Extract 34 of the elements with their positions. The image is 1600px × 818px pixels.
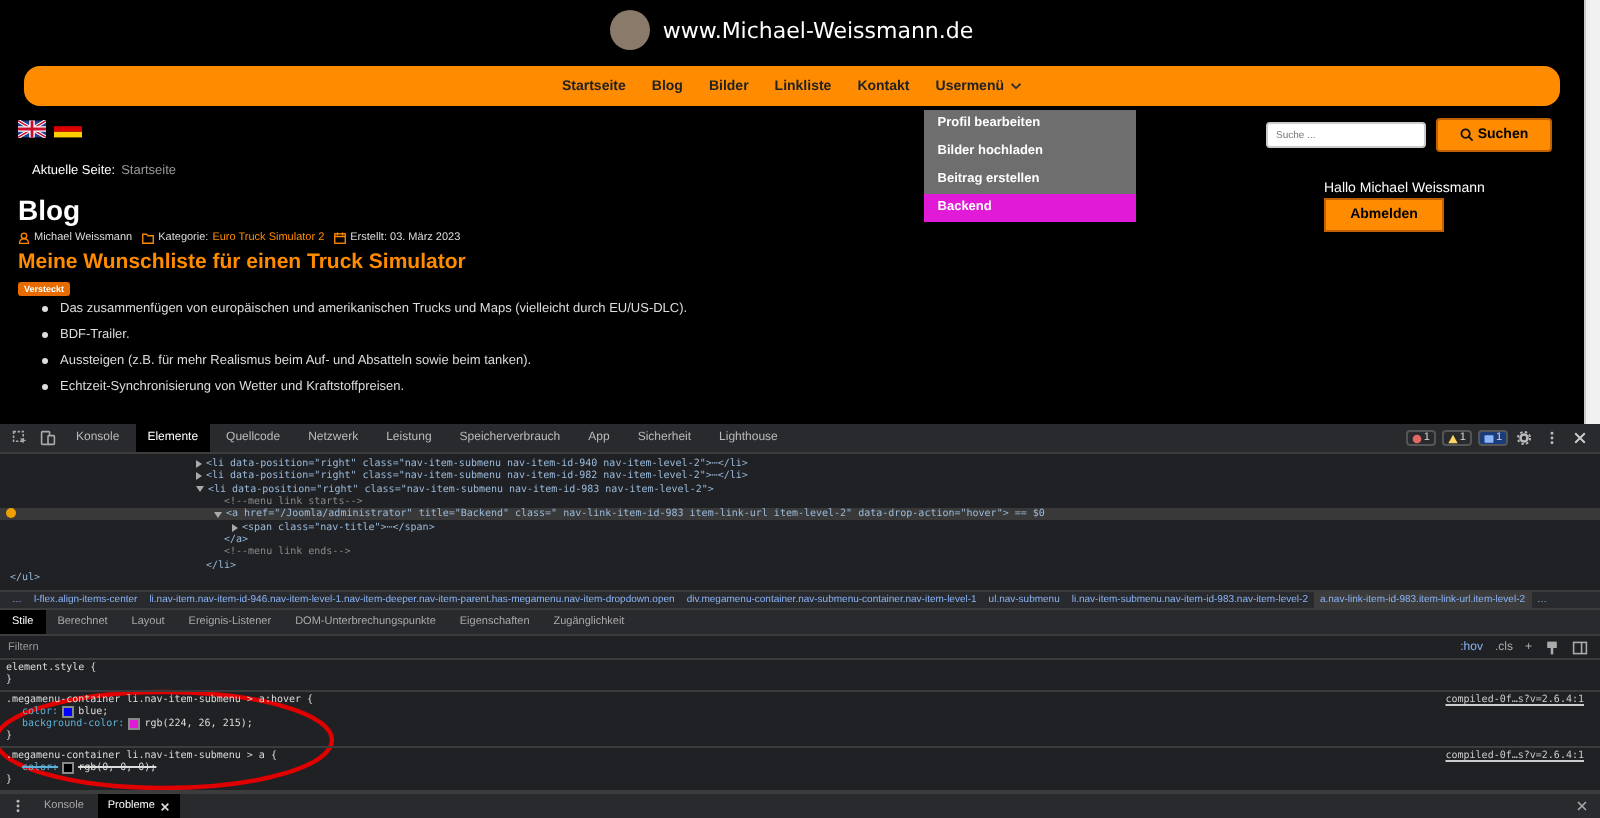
page-heading: Blog <box>18 194 81 226</box>
uk-flag-icon[interactable] <box>18 120 46 138</box>
user-icon <box>18 232 30 244</box>
brush-icon[interactable] <box>1544 639 1560 655</box>
scrollbar[interactable] <box>1584 0 1600 424</box>
disclosure-triangle-icon[interactable] <box>196 486 204 493</box>
warning-icon <box>1447 433 1458 443</box>
device-icon[interactable] <box>40 430 56 446</box>
close-icon[interactable] <box>1574 798 1590 814</box>
avatar-icon <box>610 10 651 50</box>
disclosure-triangle-icon[interactable] <box>196 460 202 469</box>
error-icon <box>1411 433 1422 443</box>
close-icon[interactable] <box>1572 430 1588 446</box>
article-title[interactable]: Meine Wunschliste für einen Truck Simulator <box>18 250 466 276</box>
disclosure-triangle-icon[interactable] <box>214 511 222 518</box>
bullet-icon <box>42 332 48 338</box>
color-swatch[interactable] <box>62 762 75 774</box>
inspect-icon[interactable] <box>12 430 28 446</box>
bullet-icon <box>42 306 48 312</box>
disclosure-triangle-icon[interactable] <box>232 523 238 532</box>
disclosure-triangle-icon[interactable] <box>196 472 202 481</box>
message-icon <box>1483 433 1494 443</box>
bullet-icon <box>42 384 48 390</box>
settings-icon[interactable] <box>1516 430 1532 446</box>
search-icon <box>1459 128 1474 142</box>
color-swatch[interactable] <box>128 718 141 730</box>
breakpoint-dot-icon <box>6 508 16 518</box>
calendar-icon <box>334 232 347 244</box>
sidebar-toggle-icon[interactable] <box>1572 639 1588 655</box>
german-flag-icon[interactable] <box>54 120 82 138</box>
folder-icon <box>142 232 155 244</box>
color-swatch[interactable] <box>62 706 75 718</box>
site-title[interactable]: www.Michael-Weissmann.de <box>662 17 974 43</box>
bullet-icon <box>42 358 48 364</box>
